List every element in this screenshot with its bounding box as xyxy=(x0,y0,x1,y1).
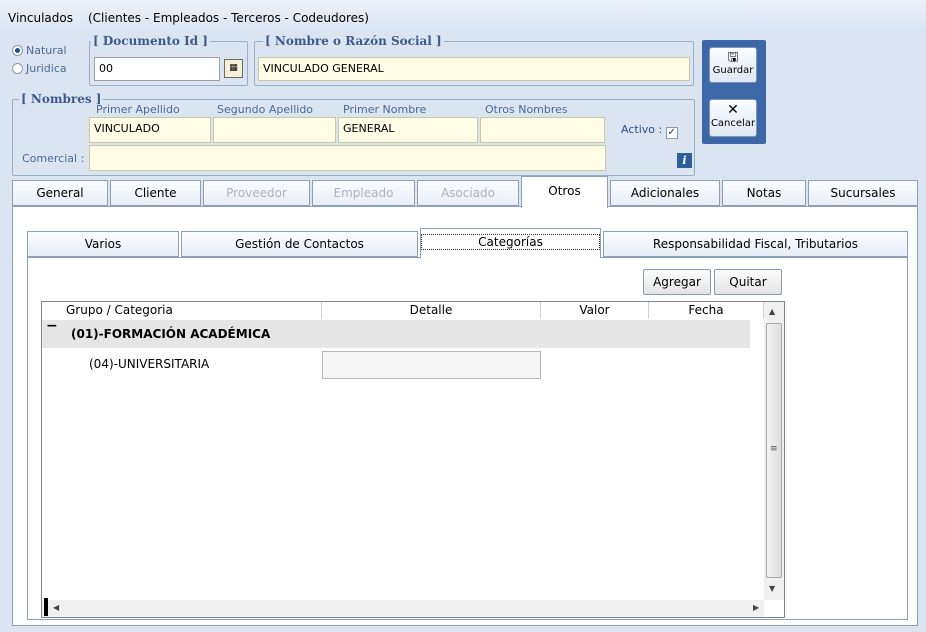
radio-checked-icon xyxy=(12,45,23,56)
scroll-grip-icon: ≡ xyxy=(770,444,778,454)
save-icon: 🖫 xyxy=(727,50,739,65)
horizontal-scrollbar[interactable] xyxy=(42,600,764,617)
row-detalle-cell[interactable] xyxy=(322,351,541,379)
activo-field[interactable]: Activo : ✓ xyxy=(621,123,678,139)
collapse-icon[interactable]: − xyxy=(46,318,58,334)
comercial-label: Comercial : xyxy=(22,152,85,165)
radio-natural-label: Natural xyxy=(26,44,67,57)
close-icon: ✕ xyxy=(727,102,739,118)
tab-notas[interactable]: Notas xyxy=(722,180,806,206)
tab-otros[interactable]: Otros xyxy=(521,176,608,208)
scroll-down-icon[interactable]: ▼ xyxy=(769,584,775,593)
tab-general[interactable]: General xyxy=(12,180,108,206)
col-grupo-categoria[interactable]: Grupo / Categoria xyxy=(42,302,322,319)
subtab-gestion-contactos[interactable]: Gestión de Contactos xyxy=(181,231,418,257)
cancelar-button[interactable]: ✕ Cancelar xyxy=(709,99,757,137)
nombre-legend: [ Nombre o Razón Social ] xyxy=(263,34,444,48)
calculator-icon[interactable]: ▦ xyxy=(224,59,243,78)
radio-juridica[interactable]: Juridica xyxy=(12,62,67,75)
nombres-legend: [ Nombres ] xyxy=(19,92,104,106)
window-subtitle: (Clientes - Empleados - Terceros - Codeu… xyxy=(88,11,369,25)
tab-sucursales[interactable]: Sucursales xyxy=(808,180,918,206)
row-indicator xyxy=(44,598,48,616)
col-detalle[interactable]: Detalle xyxy=(322,302,541,319)
quitar-button[interactable]: Quitar xyxy=(714,269,782,295)
subtab-varios[interactable]: Varios xyxy=(27,231,179,257)
otros-nombres-input[interactable] xyxy=(480,117,605,143)
primer-apellido-label: Primer Apellido xyxy=(96,103,180,116)
info-icon[interactable]: i xyxy=(677,153,692,168)
tab-asociado[interactable]: Asociado xyxy=(417,180,519,206)
primer-nombre-input[interactable]: GENERAL xyxy=(338,117,478,143)
radio-juridica-label: Juridica xyxy=(26,62,67,75)
scroll-up-icon[interactable]: ▲ xyxy=(769,307,775,316)
cancelar-label: Cancelar xyxy=(710,118,756,129)
categorias-grid xyxy=(41,301,785,618)
razon-social-input[interactable]: VINCULADO GENERAL xyxy=(258,57,690,81)
tab-cliente[interactable]: Cliente xyxy=(110,180,201,206)
scroll-left-icon[interactable]: ◀ xyxy=(53,603,59,612)
activo-label: Activo : xyxy=(621,123,663,136)
scroll-right-icon[interactable]: ▶ xyxy=(753,603,759,612)
check-icon[interactable]: ✓ xyxy=(665,127,678,139)
col-valor[interactable]: Valor xyxy=(541,302,649,319)
tab-adicionales[interactable]: Adicionales xyxy=(610,180,720,206)
tab-empleado[interactable]: Empleado xyxy=(312,180,415,206)
comercial-input[interactable] xyxy=(89,145,606,171)
guardar-button[interactable]: 🖫 Guardar xyxy=(709,47,757,83)
col-fecha[interactable]: Fecha xyxy=(649,302,764,319)
subtab-categorias-label: Categorías xyxy=(421,234,600,250)
guardar-label: Guardar xyxy=(712,65,754,76)
otros-nombres-label: Otros Nombres xyxy=(485,103,568,116)
agregar-button[interactable]: Agregar xyxy=(643,269,711,295)
radio-natural[interactable]: Natural xyxy=(12,44,67,57)
primer-nombre-label: Primer Nombre xyxy=(343,103,427,116)
primer-apellido-input[interactable]: VINCULADO xyxy=(89,117,211,143)
documento-input[interactable]: 00 xyxy=(94,57,220,81)
group-label: (01)-FORMACIÓN ACADÉMICA xyxy=(71,327,271,341)
segundo-apellido-input[interactable] xyxy=(213,117,336,143)
title-bar: Vinculados (Clientes - Empleados - Terce… xyxy=(0,0,926,36)
row-categoria[interactable]: (04)-UNIVERSITARIA xyxy=(89,357,209,371)
subtab-categorias[interactable]: Categorías xyxy=(420,228,601,258)
subtab-responsabilidad-fiscal[interactable]: Responsabilidad Fiscal, Tributarios xyxy=(603,231,908,257)
radio-unchecked-icon xyxy=(12,63,23,74)
window-title: Vinculados xyxy=(8,11,73,25)
documento-legend: [ Documento Id ] xyxy=(91,34,210,48)
tab-proveedor[interactable]: Proveedor xyxy=(203,180,310,206)
segundo-apellido-label: Segundo Apellido xyxy=(217,103,314,116)
